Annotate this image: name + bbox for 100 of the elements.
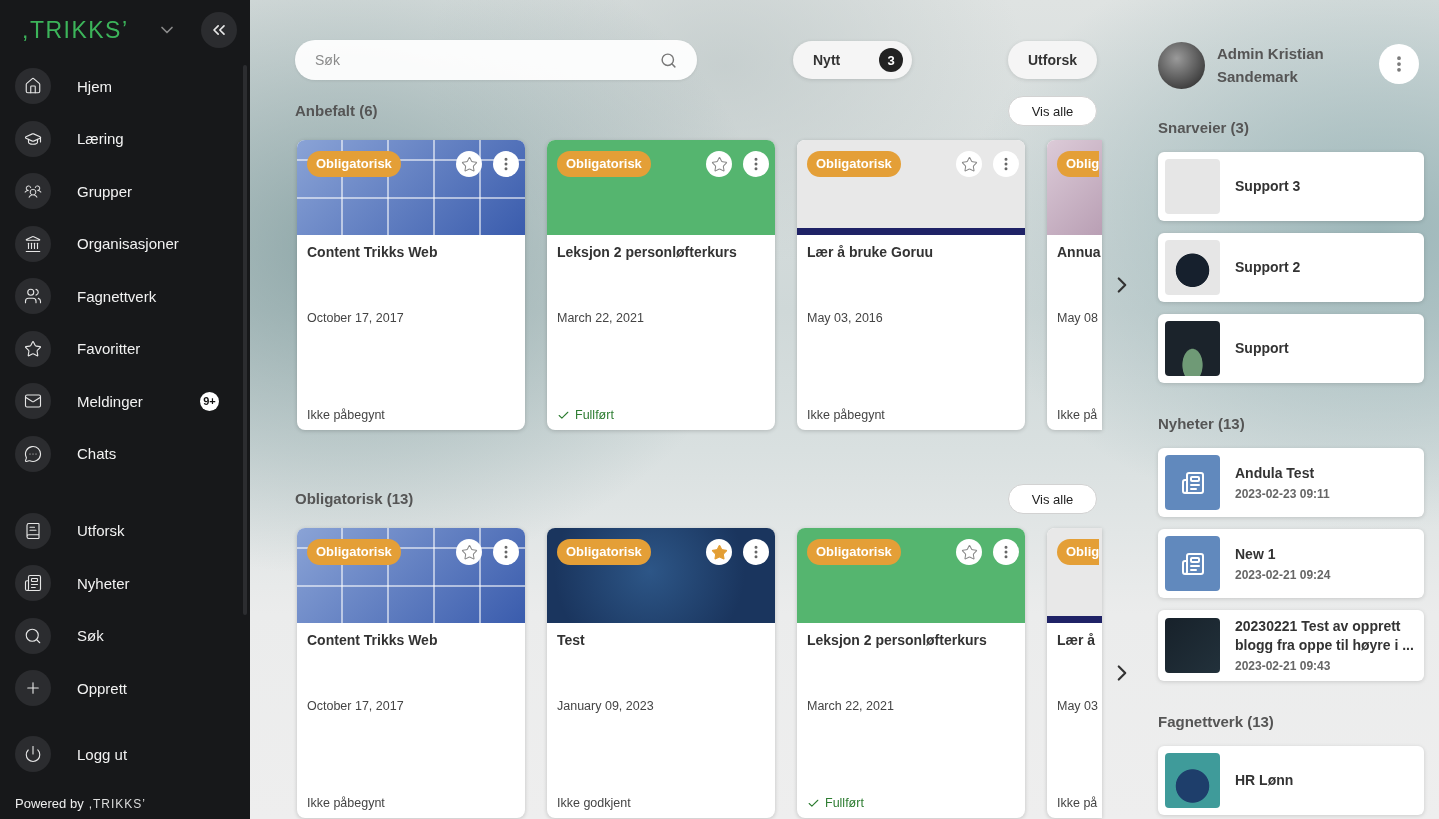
explore-button[interactable]: Utforsk bbox=[1008, 41, 1097, 79]
list-card[interactable]: Support 3 bbox=[1158, 152, 1424, 221]
category-tag: Obligatorisk bbox=[807, 151, 901, 177]
chat-bubble-icon[interactable] bbox=[15, 435, 51, 472]
category-tag: Oblig bbox=[1057, 151, 1100, 177]
item-title: 20230221 Test av opprett blogg fra oppe til høyre i ... bbox=[1235, 617, 1415, 655]
list-card[interactable]: Andula Test 2023-02-23 09:11 bbox=[1158, 448, 1424, 517]
newspaper-icon bbox=[1165, 455, 1220, 510]
item-title: Support 2 bbox=[1235, 258, 1302, 277]
status-label: Ikke på bbox=[1057, 795, 1098, 811]
new-button[interactable]: Nytt 3 bbox=[793, 41, 912, 79]
image-placeholder bbox=[1165, 159, 1220, 214]
newspaper-icon[interactable] bbox=[15, 565, 51, 602]
card-title: Leksjon 2 personløfterkurs bbox=[807, 631, 988, 650]
list-card[interactable]: 20230221 Test av opprett blogg fra oppe til høyre i ... 2023-02-21 09:43 bbox=[1158, 610, 1424, 681]
card-title: Lær å bbox=[1057, 631, 1097, 650]
nav-item[interactable]: Favoritter bbox=[15, 322, 219, 375]
count-badge: 9+ bbox=[200, 391, 219, 411]
nav-item[interactable]: Fagnettverk bbox=[15, 270, 219, 323]
card-title: Content Trikks Web bbox=[307, 631, 439, 650]
footer-logo: ,TRIKKS’ bbox=[88, 796, 146, 812]
two-people-icon[interactable] bbox=[15, 278, 51, 315]
status-label: Ikke påbegynt bbox=[807, 407, 885, 423]
item-title: Support 3 bbox=[1235, 177, 1302, 196]
search-icon[interactable] bbox=[660, 51, 677, 69]
nav-item[interactable]: Hjem bbox=[15, 60, 219, 113]
status-label: Ikke på bbox=[1057, 407, 1098, 423]
search-icon[interactable] bbox=[15, 617, 51, 654]
newspaper-icon bbox=[1165, 536, 1220, 591]
item-title: Support bbox=[1235, 339, 1290, 358]
nav-item[interactable]: Opprett bbox=[15, 662, 219, 715]
section-heading: Obligatorisk (13) bbox=[295, 489, 414, 509]
collapse-button[interactable] bbox=[200, 12, 237, 48]
course-card[interactable]: Oblig Annua May 08 Ikke på bbox=[1047, 140, 1102, 430]
card-title: Annua bbox=[1057, 243, 1102, 262]
list-card[interactable]: New 1 2023-02-21 09:24 bbox=[1158, 529, 1424, 598]
envelope-icon[interactable] bbox=[15, 383, 51, 420]
power-icon[interactable] bbox=[15, 736, 51, 773]
list-card[interactable]: Support bbox=[1158, 314, 1424, 383]
nav-item[interactable]: Søk bbox=[15, 609, 219, 662]
nav-item[interactable]: Læring bbox=[15, 112, 219, 165]
three-people-icon[interactable] bbox=[15, 173, 51, 210]
view-all-button[interactable]: Vis alle bbox=[1008, 484, 1097, 514]
graduation-cap-icon[interactable] bbox=[15, 120, 51, 157]
section-heading: Nyheter (13) bbox=[1158, 414, 1246, 434]
course-card[interactable]: Oblig Lær å May 03 Ikke på bbox=[1047, 528, 1102, 818]
card-date: January 09, 2023 bbox=[557, 698, 655, 714]
count-badge: 3 bbox=[879, 48, 903, 72]
image-placeholder bbox=[1165, 753, 1220, 808]
item-date: 2023-02-21 09:24 bbox=[1235, 566, 1332, 583]
category-tag: Obligatorisk bbox=[307, 539, 401, 565]
image-placeholder bbox=[1165, 618, 1220, 673]
item-date: 2023-02-21 09:43 bbox=[1235, 658, 1332, 674]
course-card[interactable]: Obligatorisk Content Trikks Web October 17, 2017 Ikke påbegynt bbox=[297, 528, 525, 818]
view-all-button[interactable]: Vis alle bbox=[1008, 96, 1097, 126]
status-label: Ikke godkjent bbox=[557, 795, 631, 811]
course-card[interactable]: Obligatorisk Leksjon 2 personløfterkurs March 22, 2021 Fullført bbox=[797, 528, 1025, 818]
list-card[interactable]: HR Lønn bbox=[1158, 746, 1424, 815]
user-name: Admin Kristian Sandemark bbox=[1217, 44, 1325, 87]
image-placeholder bbox=[1165, 240, 1220, 295]
nav-item[interactable]: Logg ut bbox=[15, 728, 219, 781]
card-date: March 22, 2021 bbox=[557, 310, 645, 326]
category-tag: Obligatorisk bbox=[557, 539, 651, 565]
card-title: Leksjon 2 personløfterkurs bbox=[557, 243, 738, 262]
nav-item[interactable]: Utforsk bbox=[15, 504, 219, 557]
logo[interactable]: ,TRIKKS’ bbox=[22, 17, 129, 43]
book-icon[interactable] bbox=[15, 512, 51, 549]
course-card[interactable]: Obligatorisk Lær å bruke Goruu May 03, 2016 Ikke påbegynt bbox=[797, 140, 1025, 430]
nav-item[interactable]: Chats bbox=[15, 427, 219, 480]
item-date: 2023-02-23 09:11 bbox=[1235, 485, 1331, 502]
nav-item[interactable]: Grupper bbox=[15, 165, 219, 218]
card-title: Test bbox=[557, 631, 586, 650]
status-label: Fullført bbox=[575, 407, 614, 423]
nav-item[interactable]: Nyheter bbox=[15, 557, 219, 610]
status-label: Ikke påbegynt bbox=[307, 795, 385, 811]
plus-icon[interactable] bbox=[15, 670, 51, 707]
card-date: October 17, 2017 bbox=[307, 698, 405, 714]
item-title: Andula Test bbox=[1235, 463, 1316, 483]
item-title: HR Lønn bbox=[1235, 771, 1295, 790]
avatar[interactable] bbox=[1158, 42, 1205, 89]
card-date: March 22, 2021 bbox=[807, 698, 895, 714]
section-heading: Fagnettverk (13) bbox=[1158, 712, 1275, 732]
home-icon[interactable] bbox=[15, 68, 51, 105]
columned-building-icon[interactable] bbox=[15, 225, 51, 262]
status-label: Ikke påbegynt bbox=[307, 407, 385, 423]
category-tag: Oblig bbox=[1057, 539, 1100, 565]
more-button[interactable] bbox=[493, 539, 519, 565]
section-heading: Snarveier (3) bbox=[1158, 118, 1250, 138]
course-card[interactable]: Obligatorisk Content Trikks Web October 17, 2017 Ikke påbegynt bbox=[297, 140, 525, 430]
nav-item[interactable]: Meldinger 9+ bbox=[15, 375, 219, 428]
more-button[interactable] bbox=[493, 151, 519, 177]
list-card[interactable]: Support 2 bbox=[1158, 233, 1424, 302]
card-title: Lær å bruke Goruu bbox=[807, 243, 935, 262]
course-card[interactable]: Obligatorisk Leksjon 2 personløfterkurs March 22, 2021 Fullført bbox=[547, 140, 775, 430]
card-title: Content Trikks Web bbox=[307, 243, 439, 262]
category-tag: Obligatorisk bbox=[307, 151, 401, 177]
card-date: October 17, 2017 bbox=[307, 310, 405, 326]
search-field[interactable]: Søk bbox=[295, 40, 697, 80]
course-card[interactable]: Obligatorisk Test January 09, 2023 Ikke godkjent bbox=[547, 528, 775, 818]
nav-item[interactable]: Organisasjoner bbox=[15, 217, 219, 270]
